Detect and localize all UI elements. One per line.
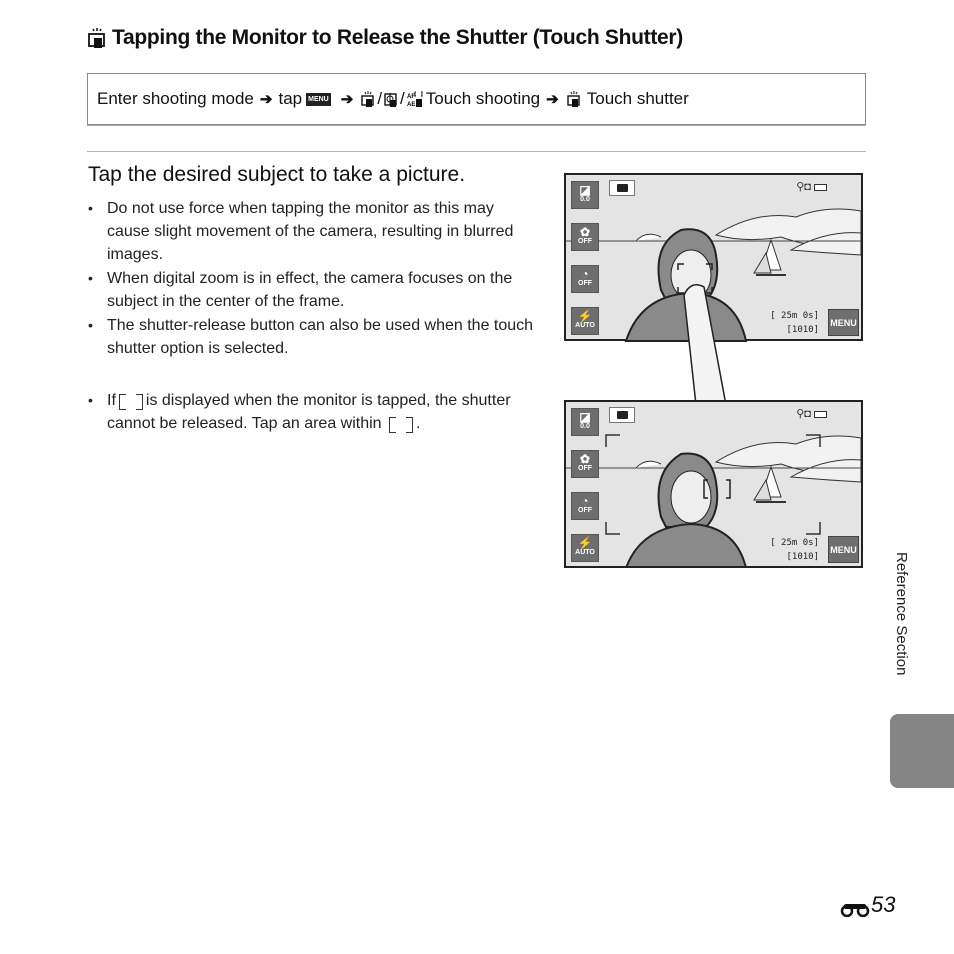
exposure-compensation-button[interactable]: ◪ 0.0 — [571, 408, 599, 436]
self-timer-value: OFF — [578, 280, 592, 287]
page-number: 53 — [840, 892, 895, 918]
section-tab-label: Reference Section — [893, 552, 910, 676]
path-touch-shutter: Touch shutter — [586, 89, 689, 108]
battery-icon — [814, 410, 827, 418]
exposure-value: 0.0 — [580, 423, 590, 430]
list-item: • When digital zoom is in effect, the cam… — [88, 267, 538, 313]
camera-mode-icon[interactable] — [609, 180, 635, 196]
camera-monitor-illustration-focus-area: ◪ 0.0 ⚲◘ ✿ OFF ◔ OFF ⚡ AUTO [ 25m 0s] [1010]… — [564, 400, 863, 568]
bullet-text-part: If — [107, 392, 116, 409]
flash-mode-button[interactable]: ⚡ AUTO — [571, 534, 599, 562]
remaining-shots: [1010] — [786, 552, 819, 562]
scene-illustration — [566, 208, 861, 405]
bullet-text: If is displayed when the monitor is tappe… — [107, 389, 538, 435]
remaining-time: [ 25m 0s] — [770, 311, 819, 321]
path-step-shooting-mode: Enter shooting mode — [97, 89, 254, 108]
flash-mode-button[interactable]: ⚡ AUTO — [571, 307, 599, 335]
exposure-icon: ◪ — [579, 183, 591, 197]
touch-af-ae-icon: AF AE — [407, 90, 423, 108]
section-heading: Tap the desired subject to take a pictur… — [88, 163, 466, 186]
self-timer-button[interactable]: ◔ OFF — [571, 265, 599, 293]
bullet-dot: • — [88, 392, 93, 408]
page-number-text: 53 — [871, 892, 896, 917]
bullet-dot: • — [88, 270, 93, 286]
flash-icon: ⚡ — [577, 309, 593, 323]
page-title-text: Tapping the Monitor to Release the Shutt… — [112, 26, 683, 49]
camera-monitor-illustration-touch: ◪ 0.0 ⚲◘ ✿ OFF ◔ OFF ⚡ AUTO [ 25m 0s] [1010]… — [564, 173, 863, 405]
path-tap: tap — [278, 89, 303, 108]
menu-icon: MENU — [306, 92, 331, 106]
arrow-icon: ➔ — [340, 91, 354, 108]
page-title: Tapping the Monitor to Release the Shutt… — [88, 26, 683, 50]
vibration-reduction-icon: ⚲◘ — [796, 181, 811, 193]
self-timer-icon: ◔ — [581, 267, 589, 281]
section-tab[interactable] — [890, 714, 954, 788]
section-divider — [87, 151, 866, 152]
flash-value: AUTO — [575, 549, 595, 556]
bullet-list-focus-area: • If is displayed when the monitor is tap… — [88, 389, 538, 436]
path-touch-shooting: Touch shooting — [425, 89, 541, 108]
focus-area-bracket-icon — [116, 393, 146, 410]
remaining-time: [ 25m 0s] — [770, 538, 819, 548]
list-item: • Do not use force when tapping the monit… — [88, 197, 538, 266]
macro-flower-icon: ✿ — [579, 225, 591, 239]
menu-button[interactable]: MENU — [828, 309, 859, 336]
self-timer-value: OFF — [578, 507, 592, 514]
bullet-text-part: . — [416, 415, 421, 432]
touch-shutter-icon — [567, 90, 581, 108]
macro-button[interactable]: ✿ OFF — [571, 223, 599, 251]
remaining-shots: [1010] — [786, 325, 819, 335]
bullet-text-part: is displayed when the monitor is tapped,… — [107, 392, 511, 432]
focus-area-bracket-icon — [386, 416, 416, 433]
touch-shutter-icon — [88, 27, 106, 49]
svg-text:AE: AE — [407, 102, 415, 108]
touch-shutter-icon — [361, 90, 375, 108]
status-icons: ⚲◘ — [796, 407, 827, 420]
exposure-icon: ◪ — [579, 410, 591, 424]
separator: / — [377, 89, 383, 108]
macro-value: OFF — [578, 465, 592, 472]
camera-mode-icon[interactable] — [609, 407, 635, 423]
list-item: • If is displayed when the monitor is tap… — [88, 389, 538, 435]
subject-tracking-icon — [384, 90, 398, 108]
svg-text:AF: AF — [407, 94, 415, 100]
status-icons: ⚲◘ — [796, 180, 827, 193]
list-item: • The shutter-release button can also be … — [88, 314, 538, 360]
bullet-dot: • — [88, 317, 93, 333]
flash-value: AUTO — [575, 322, 595, 329]
bullet-dot: • — [88, 200, 93, 216]
self-timer-icon: ◔ — [581, 494, 589, 508]
vibration-reduction-icon: ⚲◘ — [796, 408, 811, 420]
macro-button[interactable]: ✿ OFF — [571, 450, 599, 478]
macro-flower-icon: ✿ — [579, 452, 591, 466]
battery-icon — [814, 183, 827, 191]
binoculars-icon — [840, 897, 870, 918]
macro-value: OFF — [578, 238, 592, 245]
menu-path-box: Enter shooting mode ➔ tap MENU ➔ / / AF A… — [87, 73, 866, 125]
bullet-text: Do not use force when tapping the monito… — [107, 200, 514, 263]
bullet-text: The shutter-release button can also be u… — [107, 317, 534, 357]
arrow-icon: ➔ — [546, 91, 559, 108]
arrow-icon: ➔ — [259, 91, 273, 108]
bullet-text: When digital zoom is in effect, the came… — [107, 270, 513, 310]
bullet-list: • Do not use force when tapping the monit… — [88, 197, 538, 361]
menu-button[interactable]: MENU — [828, 536, 859, 563]
exposure-compensation-button[interactable]: ◪ 0.0 — [571, 181, 599, 209]
self-timer-button[interactable]: ◔ OFF — [571, 492, 599, 520]
exposure-value: 0.0 — [580, 196, 590, 203]
separator: / — [400, 89, 405, 108]
flash-icon: ⚡ — [577, 536, 593, 550]
